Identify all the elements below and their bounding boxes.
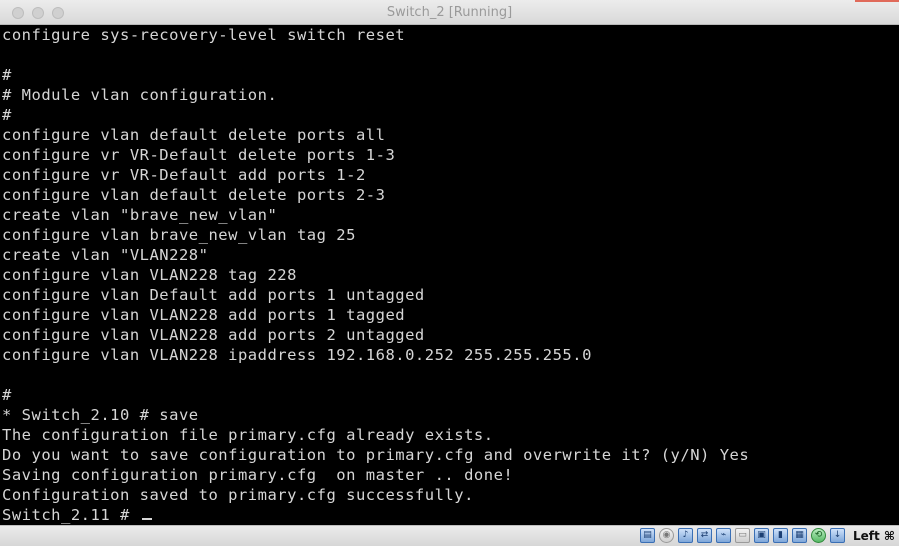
console-line: configure vr VR-Default delete ports 1-3 bbox=[2, 146, 396, 164]
console-prompt-line[interactable]: Switch_2.11 # bbox=[2, 505, 152, 525]
window-titlebar: Switch_2 [Running] bbox=[0, 0, 899, 25]
console-line: configure sys-recovery-level switch rese… bbox=[2, 26, 406, 44]
console-line: Do you want to save configuration to pri… bbox=[2, 446, 750, 464]
console-line: configure vlan VLAN228 add ports 1 tagge… bbox=[2, 306, 406, 324]
display-icon[interactable]: ▣ bbox=[754, 528, 769, 543]
console-line: Saving configuration primary.cfg on mast… bbox=[2, 466, 514, 484]
host-key-label[interactable]: Left ⌘ bbox=[853, 528, 895, 544]
console-line: # Module vlan configuration. bbox=[2, 86, 278, 104]
statusbar-icons: ▤ ◉ ♪ ⇄ ⌁ ▭ ▣ ▮ ▦ ⟲ ↓ bbox=[640, 528, 845, 543]
vm-console[interactable]: configure sys-recovery-level switch rese… bbox=[0, 25, 899, 525]
usb-icon[interactable]: ⌁ bbox=[716, 528, 731, 543]
virtualization-icon[interactable]: ▦ bbox=[792, 528, 807, 543]
video-capture-icon[interactable]: ▮ bbox=[773, 528, 788, 543]
console-line: configure vlan Default add ports 1 untag… bbox=[2, 286, 425, 304]
window-title: Switch_2 [Running] bbox=[386, 5, 513, 20]
console-line: # bbox=[2, 386, 12, 404]
shared-folder-icon[interactable]: ▭ bbox=[735, 528, 750, 543]
console-line: configure vlan VLAN228 tag 228 bbox=[2, 266, 297, 284]
audio-icon[interactable]: ♪ bbox=[678, 528, 693, 543]
console-line: # bbox=[2, 66, 12, 84]
mouse-integration-icon[interactable]: ⟲ bbox=[811, 528, 826, 543]
console-line: configure vlan default delete ports all bbox=[2, 126, 386, 144]
console-line: create vlan "brave_new_vlan" bbox=[2, 206, 278, 224]
console-line: * Switch_2.10 # save bbox=[2, 406, 199, 424]
console-prompt: Switch_2.11 # bbox=[2, 506, 140, 524]
optical-drive-icon[interactable]: ◉ bbox=[659, 528, 674, 543]
console-line: # bbox=[2, 106, 12, 124]
console-line: configure vlan VLAN228 add ports 2 untag… bbox=[2, 326, 425, 344]
network-icon[interactable]: ⇄ bbox=[697, 528, 712, 543]
keyboard-capture-icon[interactable]: ↓ bbox=[830, 528, 845, 543]
titlebar-accent bbox=[855, 0, 899, 2]
console-line: The configuration file primary.cfg alrea… bbox=[2, 426, 494, 444]
harddisk-icon[interactable]: ▤ bbox=[640, 528, 655, 543]
vm-statusbar: ▤ ◉ ♪ ⇄ ⌁ ▭ ▣ ▮ ▦ ⟲ ↓ Left ⌘ bbox=[0, 525, 899, 546]
console-line: Configuration saved to primary.cfg succe… bbox=[2, 486, 474, 504]
console-line: configure vlan default delete ports 2-3 bbox=[2, 186, 386, 204]
text-cursor bbox=[141, 518, 152, 520]
console-line: configure vlan brave_new_vlan tag 25 bbox=[2, 226, 356, 244]
console-line: configure vlan VLAN228 ipaddress 192.168… bbox=[2, 346, 592, 364]
console-line: configure vr VR-Default add ports 1-2 bbox=[2, 166, 366, 184]
console-line: create vlan "VLAN228" bbox=[2, 246, 209, 264]
